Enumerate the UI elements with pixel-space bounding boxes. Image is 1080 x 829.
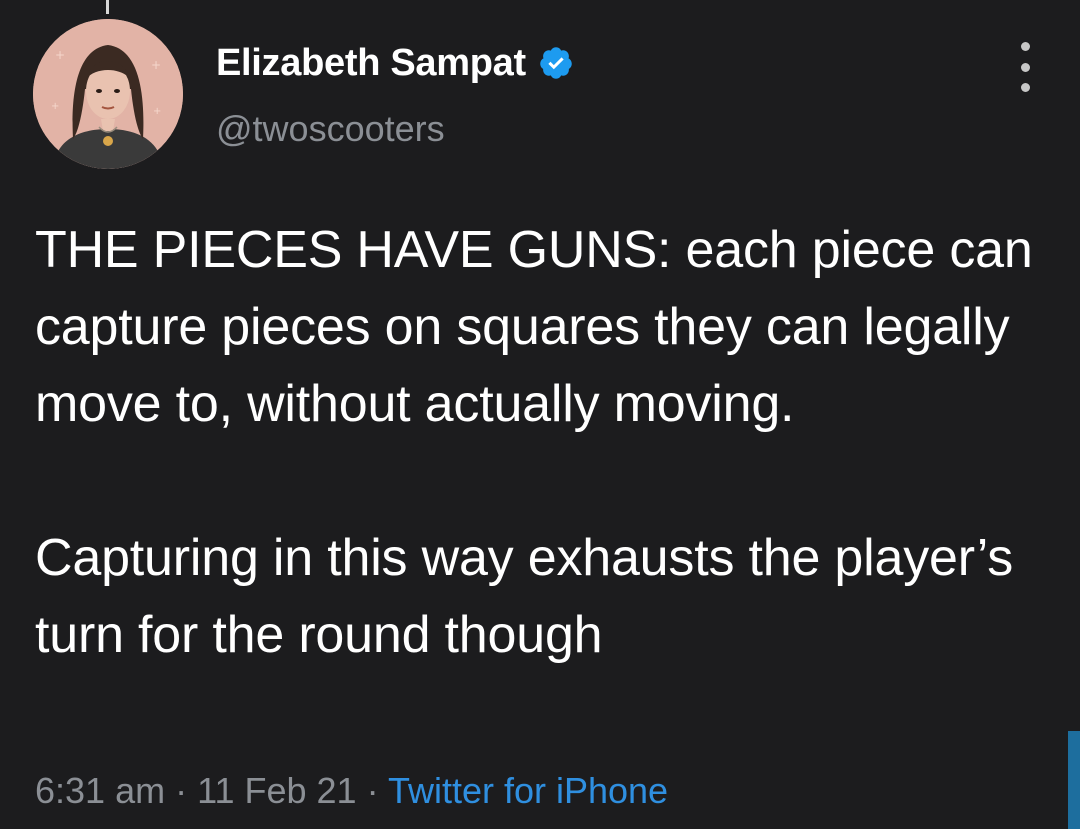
menu-dot [1020,62,1030,72]
author-handle[interactable]: @twoscooters [216,108,445,150]
svg-text:+: + [55,48,65,62]
author-avatar[interactable]: + + + + [33,19,183,169]
thread-connector-line [106,0,109,14]
author-name-row[interactable]: Elizabeth Sampat [216,38,574,88]
svg-text:+: + [51,101,59,112]
tweet-source-link[interactable]: Twitter for iPhone [388,770,668,811]
tweet-text: THE PIECES HAVE GUNS: each piece can cap… [35,212,1065,674]
svg-text:+: + [151,58,161,72]
verified-badge-icon [538,45,574,81]
more-options-icon[interactable] [1007,42,1043,92]
menu-dot [1020,83,1030,92]
menu-dot [1020,42,1030,51]
scrollbar-thumb[interactable] [1068,731,1080,829]
avatar-illustration-icon: + + + + [33,19,183,169]
tweet-metadata: 6:31 am · 11 Feb 21 · Twitter for iPhone [35,770,668,812]
meta-separator: · [175,770,188,811]
tweet-paragraph: THE PIECES HAVE GUNS: each piece can cap… [35,221,1033,433]
tweet-time[interactable]: 6:31 am [35,770,165,811]
author-display-name[interactable]: Elizabeth Sampat [216,42,526,85]
tweet-date[interactable]: 11 Feb 21 [197,770,356,811]
meta-separator: · [366,770,379,811]
tweet-paragraph: Capturing in this way exhausts the playe… [35,529,1014,664]
svg-text:+: + [153,106,161,117]
